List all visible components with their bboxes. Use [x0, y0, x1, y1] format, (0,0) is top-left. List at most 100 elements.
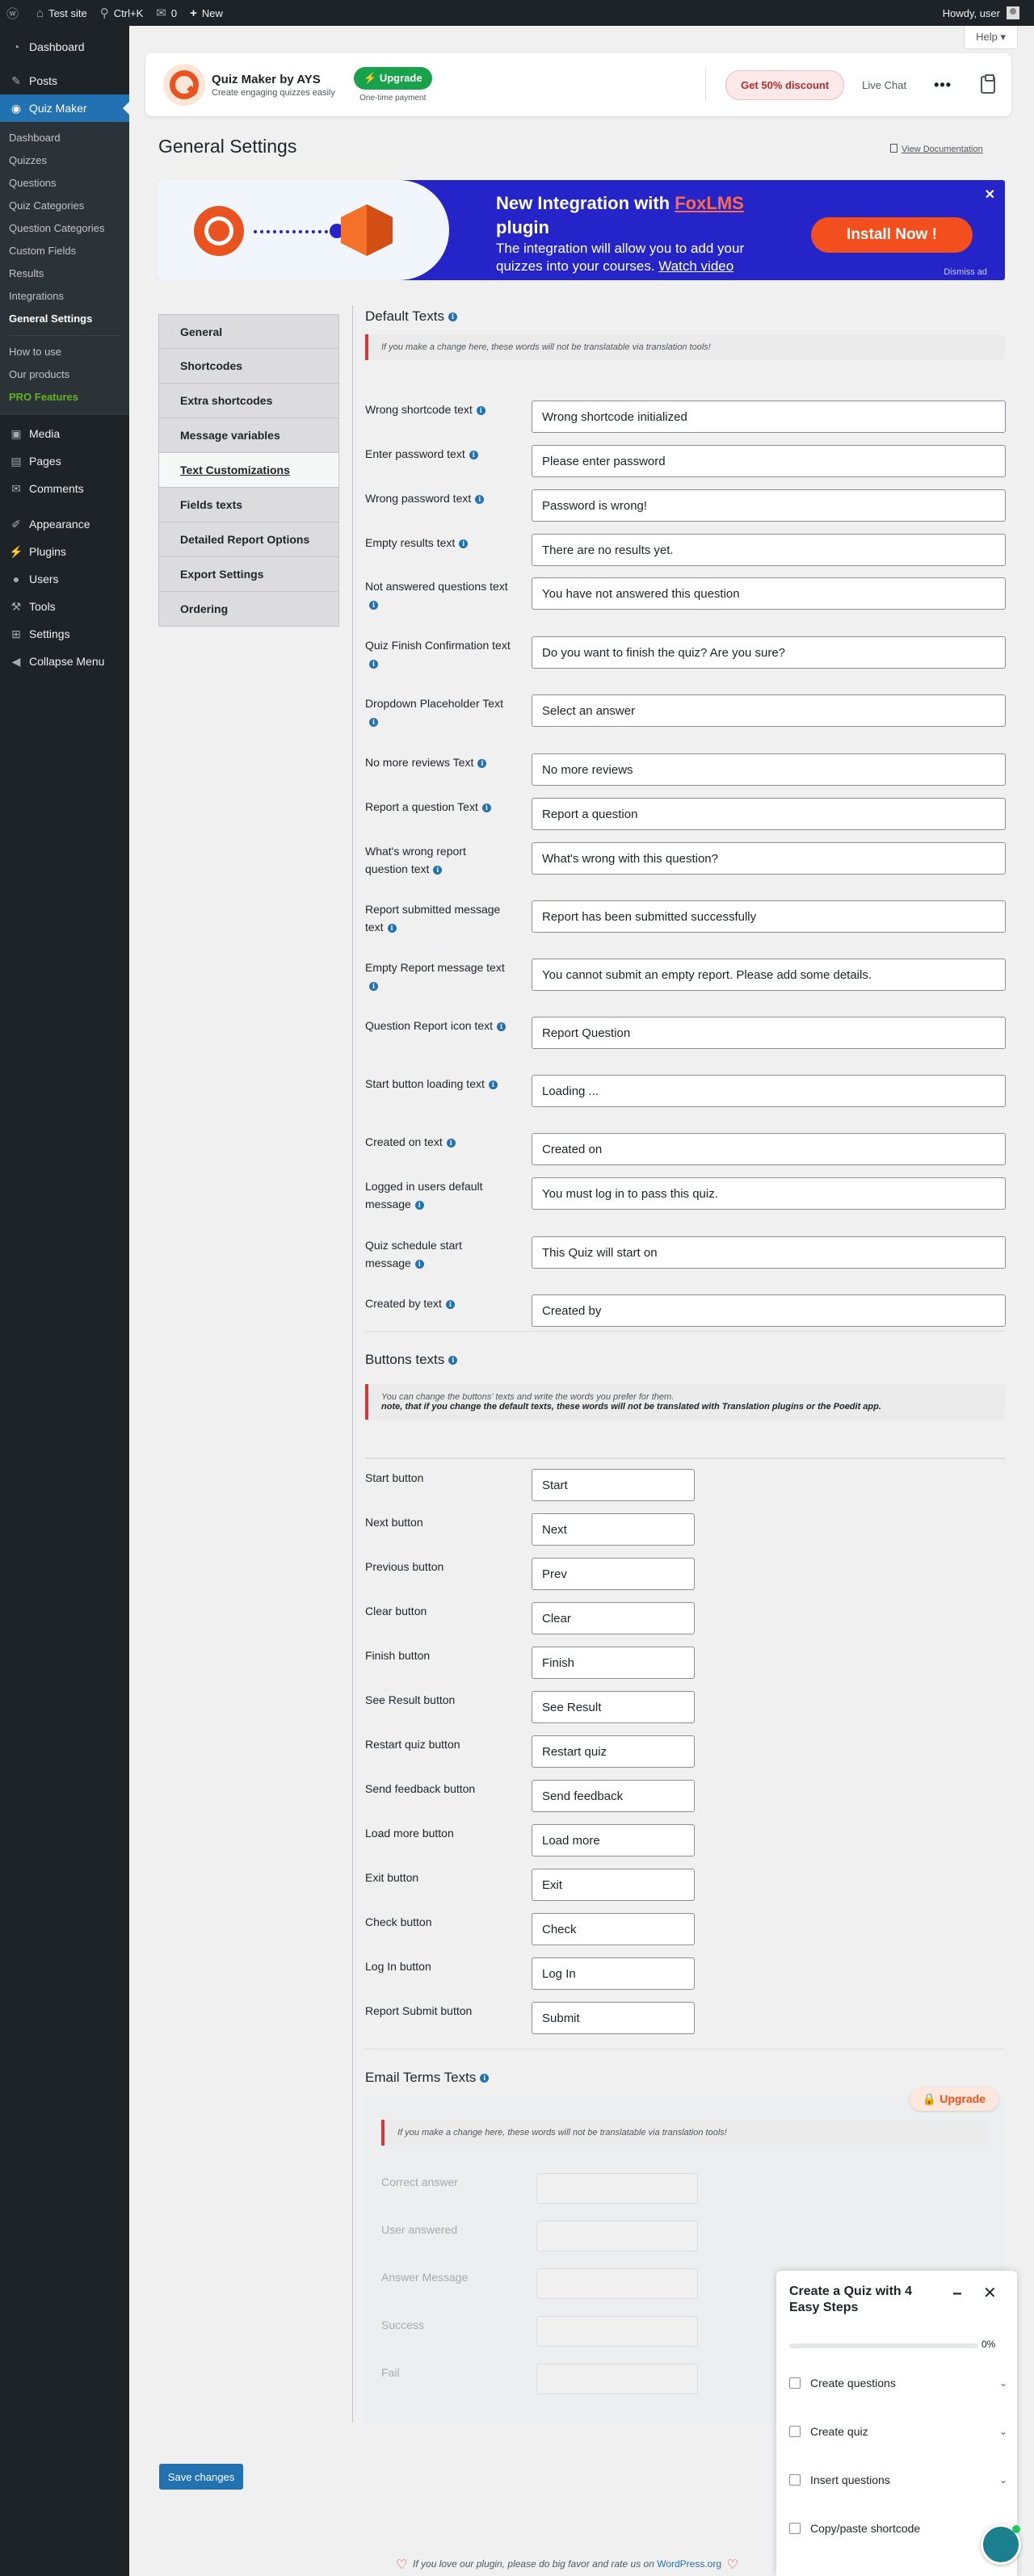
menu-collapse[interactable]: ◀ Collapse Menu	[0, 648, 129, 675]
info-icon[interactable]: i	[446, 1138, 456, 1147]
button-text-input[interactable]: Clear	[532, 1602, 695, 1634]
info-icon[interactable]: i	[369, 600, 378, 610]
submenu-question-categories[interactable]: Question Categories	[0, 217, 129, 240]
clipboard-icon[interactable]	[981, 74, 995, 94]
button-text-input[interactable]: See Result	[532, 1691, 695, 1723]
info-icon[interactable]: i	[469, 450, 478, 459]
button-text-input[interactable]: Log In	[532, 1957, 695, 1990]
menu-quiz-maker[interactable]: ◉ Quiz Maker	[0, 94, 129, 122]
comments-link[interactable]: ✉ 0	[149, 0, 183, 26]
submenu-custom-fields[interactable]: Custom Fields	[0, 240, 129, 262]
tab-fields-texts[interactable]: Fields texts	[158, 488, 339, 522]
menu-media[interactable]: ▣ Media	[0, 420, 129, 447]
tab-extra-shortcodes[interactable]: Extra shortcodes	[158, 384, 339, 418]
text-input[interactable]: Do you want to finish the quiz? Are you …	[532, 636, 1006, 669]
text-input[interactable]: You have not answered this question	[532, 577, 1006, 610]
account-menu[interactable]: Howdy, user	[936, 0, 1026, 26]
info-icon[interactable]: i	[387, 923, 397, 933]
info-icon[interactable]: i	[414, 1200, 424, 1210]
info-icon[interactable]: i	[414, 1259, 424, 1269]
new-content-link[interactable]: + New	[183, 0, 229, 26]
info-icon[interactable]: i	[433, 865, 443, 875]
text-input[interactable]: Report a question	[532, 798, 1006, 830]
step-checkbox[interactable]	[789, 2474, 801, 2486]
info-icon[interactable]: i	[459, 539, 469, 548]
info-icon[interactable]: i	[488, 1080, 498, 1089]
menu-plugins[interactable]: ⚡ Plugins	[0, 538, 129, 565]
button-text-input[interactable]: Start	[532, 1469, 695, 1501]
tab-detailed-report-options[interactable]: Detailed Report Options	[158, 522, 339, 557]
minimize-icon[interactable]: −	[952, 2285, 962, 2304]
submenu-how-to-use[interactable]: How to use	[0, 341, 129, 363]
close-icon[interactable]: ✕	[983, 2283, 997, 2303]
tab-message-variables[interactable]: Message variables	[158, 418, 339, 453]
discount-button[interactable]: Get 50% discount	[725, 69, 845, 100]
info-icon[interactable]: i	[480, 2073, 490, 2083]
text-input[interactable]: Report has been submitted successfully	[532, 900, 1006, 933]
button-text-input[interactable]: Check	[532, 1913, 695, 1945]
submenu-quizzes[interactable]: Quizzes	[0, 149, 129, 172]
text-input[interactable]: You cannot submit an empty report. Pleas…	[532, 959, 1006, 991]
button-text-input[interactable]: Submit	[532, 2002, 695, 2034]
wordpress-org-link[interactable]: WordPress.org	[657, 2558, 721, 2570]
upgrade-button[interactable]: ⚡ Upgrade	[354, 67, 432, 90]
menu-posts[interactable]: ✎ Posts	[0, 67, 129, 94]
button-text-input[interactable]: Restart quiz	[532, 1735, 695, 1768]
step-create-quiz[interactable]: Create quiz ⌄	[789, 2419, 1007, 2444]
step-insert-questions[interactable]: Insert questions ⌄	[789, 2468, 1007, 2492]
wordpress-logo[interactable]: ⓦ	[0, 0, 30, 26]
text-input[interactable]: Created on	[532, 1133, 1006, 1165]
submenu-integrations[interactable]: Integrations	[0, 285, 129, 308]
site-link[interactable]: ⌂ Test site	[30, 0, 94, 26]
step-checkbox[interactable]	[789, 2523, 801, 2534]
button-text-input[interactable]: Next	[532, 1513, 695, 1546]
menu-settings[interactable]: ⊞ Settings	[0, 620, 129, 648]
button-text-input[interactable]: Finish	[532, 1647, 695, 1679]
button-text-input[interactable]: Exit	[532, 1869, 695, 1901]
info-icon[interactable]: i	[369, 717, 378, 727]
submenu-quiz-categories[interactable]: Quiz Categories	[0, 195, 129, 217]
text-input[interactable]: What's wrong with this question?	[532, 842, 1006, 875]
text-input[interactable]: Password is wrong!	[532, 489, 1006, 522]
tab-text-customizations[interactable]: Text Customizations	[158, 453, 339, 488]
tab-general[interactable]: General	[158, 314, 339, 349]
info-icon[interactable]: i	[477, 758, 487, 768]
step-copy-paste-shortcode[interactable]: Copy/paste shortcode⌄	[789, 2516, 1007, 2540]
info-icon[interactable]: i	[476, 405, 485, 415]
more-menu-icon[interactable]: •••	[934, 77, 952, 94]
info-icon[interactable]: i	[448, 1355, 458, 1365]
menu-appearance[interactable]: ✐ Appearance	[0, 510, 129, 538]
save-changes-button[interactable]: Save changes	[159, 2464, 243, 2490]
text-input[interactable]: There are no results yet.	[532, 534, 1006, 566]
menu-users[interactable]: ● Users	[0, 565, 129, 593]
info-icon[interactable]: i	[496, 1022, 506, 1031]
info-icon[interactable]: i	[448, 312, 457, 321]
chat-help-bubble[interactable]	[981, 2524, 1021, 2565]
info-icon[interactable]: i	[481, 803, 491, 812]
step-create-questions[interactable]: Create questions ⌄	[789, 2371, 1007, 2395]
text-input[interactable]: Report Question	[532, 1017, 1006, 1049]
submenu-questions[interactable]: Questions	[0, 172, 129, 195]
close-icon[interactable]: ✕	[985, 187, 995, 203]
text-input[interactable]: Select an answer	[532, 694, 1006, 727]
text-input[interactable]: No more reviews	[532, 753, 1006, 786]
foxlms-link[interactable]: FoxLMS	[675, 193, 744, 213]
info-icon[interactable]: i	[445, 1299, 455, 1309]
submenu-results[interactable]: Results	[0, 262, 129, 285]
text-input[interactable]: Created by	[532, 1294, 1006, 1327]
menu-dashboard[interactable]: ◔ Dashboard	[0, 33, 129, 61]
menu-comments[interactable]: ✉ Comments	[0, 475, 129, 502]
email-terms-upgrade-button[interactable]: 🔒 Upgrade	[909, 2087, 998, 2111]
help-tab[interactable]: Help ▾	[964, 26, 1018, 49]
submenu-general-settings[interactable]: General Settings	[0, 308, 129, 330]
menu-pages[interactable]: ▤ Pages	[0, 447, 129, 475]
tab-shortcodes[interactable]: Shortcodes	[158, 349, 339, 384]
info-icon[interactable]: i	[369, 659, 378, 669]
text-input[interactable]: This Quiz will start on	[532, 1236, 1006, 1269]
step-checkbox[interactable]	[789, 2426, 801, 2437]
text-input[interactable]: Please enter password	[532, 445, 1006, 477]
step-checkbox[interactable]	[789, 2377, 801, 2389]
button-text-input[interactable]: Load more	[532, 1824, 695, 1856]
live-chat-link[interactable]: Live Chat	[862, 79, 906, 91]
text-input[interactable]: Loading ...	[532, 1075, 1006, 1107]
